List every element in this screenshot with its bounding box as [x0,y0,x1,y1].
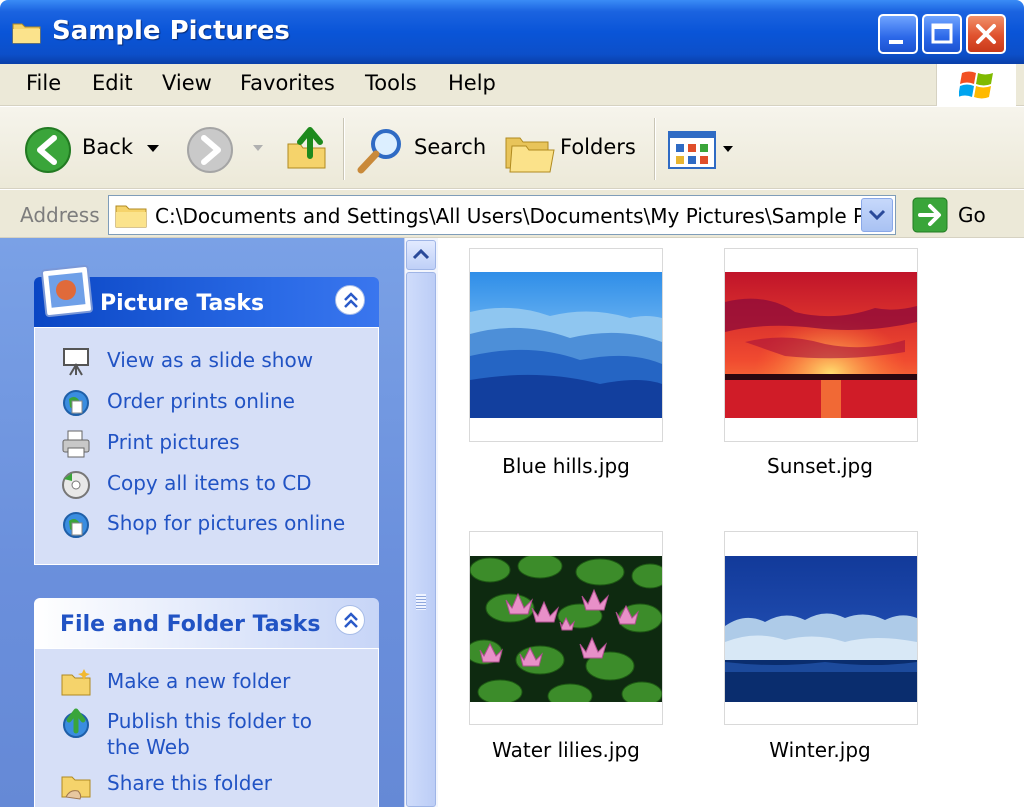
windows-logo-box [936,64,1016,106]
go-arrow-icon[interactable] [912,197,948,233]
folder-icon [115,205,147,228]
close-button[interactable] [966,14,1006,54]
scroll-thumb[interactable] [406,272,436,807]
address-label: Address [20,203,100,227]
winter-image [725,556,917,702]
up-folder-icon[interactable] [286,126,330,172]
menu-favorites[interactable]: Favorites [240,71,335,95]
forward-arrow-icon[interactable] [186,126,234,174]
chevron-down-icon [868,209,886,221]
menu-file[interactable]: File [26,71,61,95]
file-name-sunset[interactable]: Sunset.jpg [690,454,950,478]
menu-tools[interactable]: Tools [365,71,417,95]
collapse-file-tasks-button[interactable] [335,605,365,635]
publish-icon [63,708,89,738]
toolbar-separator [343,118,345,180]
menu-view[interactable]: View [162,71,212,95]
minimize-button[interactable] [878,14,918,54]
maximize-icon [931,23,953,44]
task-label: Copy all items to CD [107,471,312,495]
windows-logo-icon [959,71,993,99]
collapse-picture-tasks-button[interactable] [335,285,365,315]
chevron-up-double-icon [344,612,358,628]
task-label: Print pictures [107,430,240,454]
views-dropdown-icon [723,146,733,152]
title-bar[interactable]: Sample Pictures [0,0,1024,64]
task-label: View as a slide show [107,348,314,372]
task-label-continued: the Web [107,735,190,759]
address-value: C:\Documents and Settings\All Users\Docu… [155,204,882,228]
sunset-thumbnail [725,272,917,418]
slideshow-icon [63,348,89,376]
search-icon[interactable] [356,126,406,176]
task-label: Publish this folder to [107,709,312,733]
scroll-up-arrow-icon [412,248,430,260]
picture-tasks-title: Picture Tasks [100,291,265,316]
water-lilies-thumbnail [470,556,662,702]
address-dropdown-button[interactable] [861,198,893,232]
go-button[interactable]: Go [958,203,986,227]
task-label: Shop for pictures online [107,511,346,535]
cd-icon [62,471,90,499]
forward-dropdown-icon[interactable] [252,144,264,154]
task-label: Make a new folder [107,669,291,693]
new-folder-icon [61,669,91,696]
minimize-icon [889,40,903,44]
file-name-winter[interactable]: Winter.jpg [690,738,950,762]
winter-thumbnail [725,556,917,702]
globe-icon [63,390,89,416]
globe-icon [63,512,89,538]
address-input[interactable]: C:\Documents and Settings\All Users\Docu… [108,195,896,235]
back-dropdown-icon[interactable] [146,144,160,154]
toolbar-separator [654,118,656,180]
printer-icon [62,430,90,458]
chevron-up-double-icon [344,292,358,308]
picture-tasks-icon [41,265,93,317]
sunset-image [725,272,917,418]
scroll-up-button[interactable] [406,240,436,270]
views-icon [668,131,716,169]
water-lilies-image [470,556,662,702]
search-button[interactable]: Search [414,135,486,159]
file-folder-tasks-title: File and Folder Tasks [60,612,321,637]
blue-hills-thumbnail [470,272,662,418]
folders-icon[interactable] [504,128,556,174]
menu-bar [0,64,1024,106]
folder-icon [12,23,41,44]
task-label: Share this folder [107,771,272,795]
back-arrow-icon [25,127,71,173]
file-name-blue-hills[interactable]: Blue hills.jpg [436,454,696,478]
maximize-button[interactable] [922,14,962,54]
menu-help[interactable]: Help [448,71,496,95]
menu-edit[interactable]: Edit [92,71,133,95]
window-title: Sample Pictures [52,16,290,46]
task-label: Order prints online [107,389,295,413]
close-icon [976,24,996,44]
scroll-grip [416,594,426,610]
share-folder-icon [61,776,91,800]
views-button[interactable] [668,130,738,170]
file-name-water-lilies[interactable]: Water lilies.jpg [436,738,696,762]
back-label: Back [82,135,133,159]
blue-hills-image [470,272,662,418]
folders-button[interactable]: Folders [560,135,636,159]
